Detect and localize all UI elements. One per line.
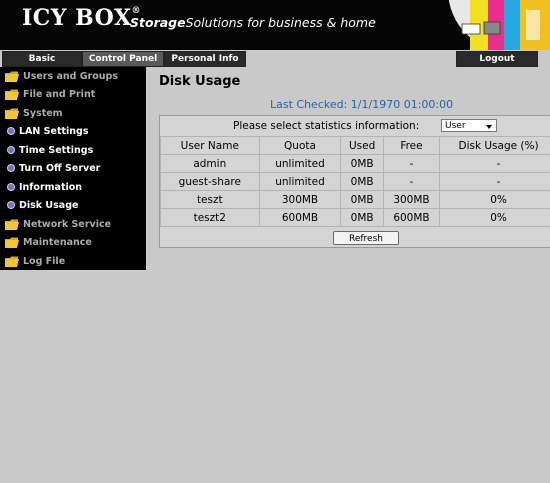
sidebar-item-label: Disk Usage: [19, 199, 79, 211]
folder-icon: [5, 219, 19, 230]
statistics-select[interactable]: User: [441, 119, 497, 132]
table-cell: -: [439, 172, 550, 191]
header-banner: ICY BOX® StorageSolutions for business &…: [0, 0, 550, 50]
sidebar-item-turn-off-server[interactable]: Turn Off Server: [0, 159, 146, 177]
table-row: guest-share unlimited 0MB - -: [160, 172, 550, 191]
sidebar-item-users-and-groups[interactable]: Users and Groups: [0, 67, 146, 85]
sidebar-item-file-and-print[interactable]: File and Print: [0, 85, 146, 103]
sidebar: Users and Groups File and Print System L…: [0, 67, 146, 270]
sidebar-item-maintenance[interactable]: Maintenance: [0, 233, 146, 251]
sidebar-item-label: Network Service: [23, 218, 112, 230]
tab-personal-info[interactable]: Personal Info: [164, 51, 246, 67]
folder-icon: [5, 256, 19, 267]
table-cell: -: [382, 172, 441, 191]
column-header: Used: [340, 136, 384, 155]
sidebar-item-label: Log File: [23, 255, 66, 267]
sidebar-item-label: Turn Off Server: [19, 162, 101, 174]
folder-icon: [5, 89, 19, 100]
table-cell: 0MB: [340, 172, 384, 191]
sidebar-item-time-settings[interactable]: Time Settings: [0, 141, 146, 159]
table-cell: teszt2: [160, 208, 260, 227]
table-cell: unlimited: [258, 172, 342, 191]
table-cell: admin: [160, 154, 260, 173]
column-header: User Name: [160, 136, 260, 155]
bullet-icon: [7, 164, 15, 172]
bullet-icon: [7, 127, 15, 135]
sidebar-item-label: System: [23, 107, 63, 119]
table-cell: 0MB: [340, 208, 384, 227]
sidebar-item-label: File and Print: [23, 88, 96, 100]
table-cell: 300MB: [382, 190, 441, 209]
sidebar-item-label: Information: [19, 181, 83, 193]
disk-usage-panel: Please select statistics information: Us…: [159, 115, 550, 248]
statistics-select-value: User: [445, 121, 466, 131]
folder-open-icon: [5, 108, 19, 119]
table-cell: unlimited: [258, 154, 342, 173]
header-art-graphic: [430, 0, 550, 50]
table-cell: 600MB: [258, 208, 342, 227]
bullet-icon: [7, 201, 15, 209]
sidebar-item-information[interactable]: Information: [0, 178, 146, 196]
table-cell: -: [382, 154, 441, 173]
table-cell: -: [439, 154, 550, 173]
sidebar-item-lan-settings[interactable]: LAN Settings: [0, 122, 146, 140]
brand-logo: ICY BOX®: [22, 5, 142, 31]
tab-basic[interactable]: Basic: [2, 51, 82, 67]
table-cell: 0MB: [340, 190, 384, 209]
page-title: Disk Usage: [159, 74, 241, 89]
folder-icon: [5, 237, 19, 248]
chevron-down-icon: [486, 125, 492, 129]
refresh-button[interactable]: Refresh: [333, 231, 399, 245]
table-cell: 0MB: [340, 154, 384, 173]
logout-button[interactable]: Logout: [456, 51, 538, 67]
sidebar-item-system[interactable]: System: [0, 104, 146, 122]
column-header: Disk Usage (%): [439, 136, 550, 155]
column-header: Quota: [258, 136, 342, 155]
table-cell: guest-share: [160, 172, 260, 191]
disk-usage-table: User Name Quota Used Free Disk Usage (%)…: [160, 136, 550, 227]
sidebar-item-label: LAN Settings: [19, 125, 89, 137]
last-checked-text: Last Checked: 1/1/1970 01:00:00: [270, 98, 454, 111]
sidebar-item-label: Maintenance: [23, 236, 92, 248]
folder-icon: [5, 71, 19, 82]
bullet-icon: [7, 146, 15, 154]
table-cell: 300MB: [258, 190, 342, 209]
table-header-row: User Name Quota Used Free Disk Usage (%): [160, 136, 550, 155]
table-cell: 0%: [439, 208, 550, 227]
sidebar-item-log-file[interactable]: Log File: [0, 252, 146, 270]
table-cell: 600MB: [382, 208, 441, 227]
sidebar-item-label: Users and Groups: [23, 70, 118, 82]
table-cell: 0%: [439, 190, 550, 209]
table-row: teszt2 600MB 0MB 600MB 0%: [160, 208, 550, 227]
brand-tagline: StorageSolutions for business & home: [130, 15, 376, 30]
table-cell: teszt: [160, 190, 260, 209]
column-header: Free: [382, 136, 441, 155]
tab-control-panel[interactable]: Control Panel: [82, 51, 164, 67]
sidebar-item-network-service[interactable]: Network Service: [0, 215, 146, 233]
statistics-select-row: Please select statistics information: Us…: [160, 116, 550, 137]
table-row: admin unlimited 0MB - -: [160, 154, 550, 173]
table-row: teszt 300MB 0MB 300MB 0%: [160, 190, 550, 209]
sidebar-item-disk-usage[interactable]: Disk Usage: [0, 196, 146, 214]
bullet-icon: [7, 183, 15, 191]
statistics-select-label: Please select statistics information:: [233, 120, 420, 132]
sidebar-item-label: Time Settings: [19, 144, 94, 156]
